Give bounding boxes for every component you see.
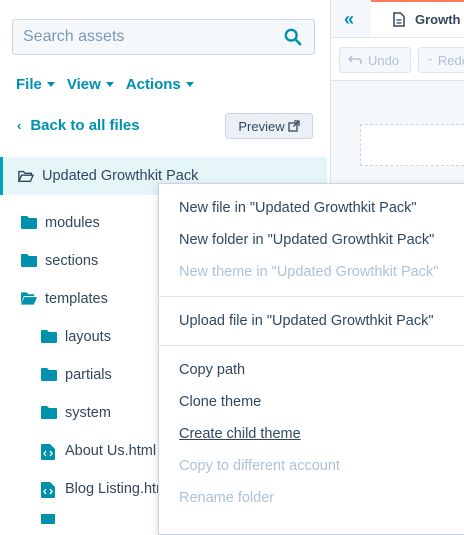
clone-theme-menu-item[interactable]: Clone theme [179, 394, 261, 410]
tree-item-label: sections [45, 253, 99, 269]
tree-item-blog-listing-html[interactable]: Blog Listing.html [41, 470, 171, 508]
editor-tab-label: Growth [415, 12, 461, 27]
html-file-icon [41, 514, 55, 524]
tree-item-label: Blog Listing.html [65, 481, 172, 497]
file-menu-label: File [16, 76, 42, 93]
html-file-icon [41, 482, 57, 498]
undo-icon [348, 55, 362, 64]
folder-context-menu: New file in "Updated Growthkit Pack" New… [158, 183, 464, 535]
new-theme-menu-item: New theme in "Updated Growthkit Pack" [179, 264, 439, 280]
search-input[interactable] [13, 20, 293, 54]
tree-item-sections[interactable]: sections [21, 242, 98, 280]
tree-item-label: partials [65, 367, 112, 383]
view-menu[interactable]: View [67, 76, 114, 93]
collapse-sidebar-icon[interactable]: « [334, 6, 364, 32]
upload-file-menu-item[interactable]: Upload file in "Updated Growthkit Pack" [179, 313, 434, 329]
tree-item-label: layouts [65, 329, 111, 345]
tree-item-label: About Us.html [65, 443, 157, 459]
tree-item-templates[interactable]: templates [21, 280, 108, 318]
menu-divider [159, 296, 464, 297]
create-child-theme-menu-item[interactable]: Create child theme [179, 426, 301, 442]
new-folder-menu-item[interactable]: New folder in "Updated Growthkit Pack" [179, 232, 434, 248]
back-link-label: Back to all files [30, 117, 140, 134]
actions-menu[interactable]: Actions [126, 76, 194, 93]
search-icon[interactable] [284, 28, 302, 46]
redo-button[interactable]: Redo [418, 47, 464, 73]
tree-item-layouts[interactable]: layouts [41, 318, 111, 356]
view-menu-label: View [66, 76, 101, 93]
folder-icon [41, 406, 57, 420]
caret-down-icon [185, 82, 194, 87]
external-link-icon [287, 120, 300, 132]
tree-item-system[interactable]: system [41, 394, 111, 432]
preview-button[interactable]: Preview [225, 113, 313, 139]
copy-to-account-menu-item: Copy to different account [179, 458, 340, 474]
preview-button-label: Preview [238, 118, 285, 134]
folder-icon [41, 330, 57, 344]
tree-item-modules[interactable]: modules [21, 204, 100, 242]
back-to-all-files-link[interactable]: ‹ Back to all files [17, 117, 140, 134]
editor-tab[interactable]: Growth [371, 0, 464, 37]
undo-button[interactable]: Undo [339, 47, 411, 73]
search-box [12, 19, 315, 55]
redo-label: Redo [437, 52, 464, 68]
rename-folder-menu-item: Rename folder [179, 490, 275, 506]
new-file-menu-item[interactable]: New file in "Updated Growthkit Pack" [179, 200, 417, 216]
undo-label: Undo [368, 52, 400, 68]
open-folder-icon [18, 169, 34, 183]
tree-item-partials[interactable]: partials [41, 356, 112, 394]
copy-path-menu-item[interactable]: Copy path [179, 362, 245, 378]
folder-icon [21, 216, 37, 230]
chevron-left-icon: ‹ [17, 118, 22, 133]
html-file-icon [41, 444, 57, 460]
menu-divider [159, 345, 464, 346]
file-icon [393, 12, 405, 27]
folder-icon [21, 254, 37, 268]
module-placeholder [360, 124, 464, 166]
tree-item-label: Updated Growthkit Pack [42, 168, 199, 184]
tree-item-label: system [65, 405, 111, 421]
tree-item-label: templates [45, 291, 108, 307]
folder-icon [41, 368, 57, 382]
tree-item-label: modules [45, 215, 100, 231]
redo-icon [427, 58, 432, 62]
menu-bar: File View Actions [16, 76, 194, 93]
caret-down-icon [46, 82, 55, 87]
actions-menu-label: Actions [125, 76, 181, 93]
file-menu[interactable]: File [16, 76, 55, 93]
caret-down-icon [105, 82, 114, 87]
tree-item-about-us-html[interactable]: About Us.html [41, 432, 156, 470]
open-folder-icon [21, 292, 37, 306]
